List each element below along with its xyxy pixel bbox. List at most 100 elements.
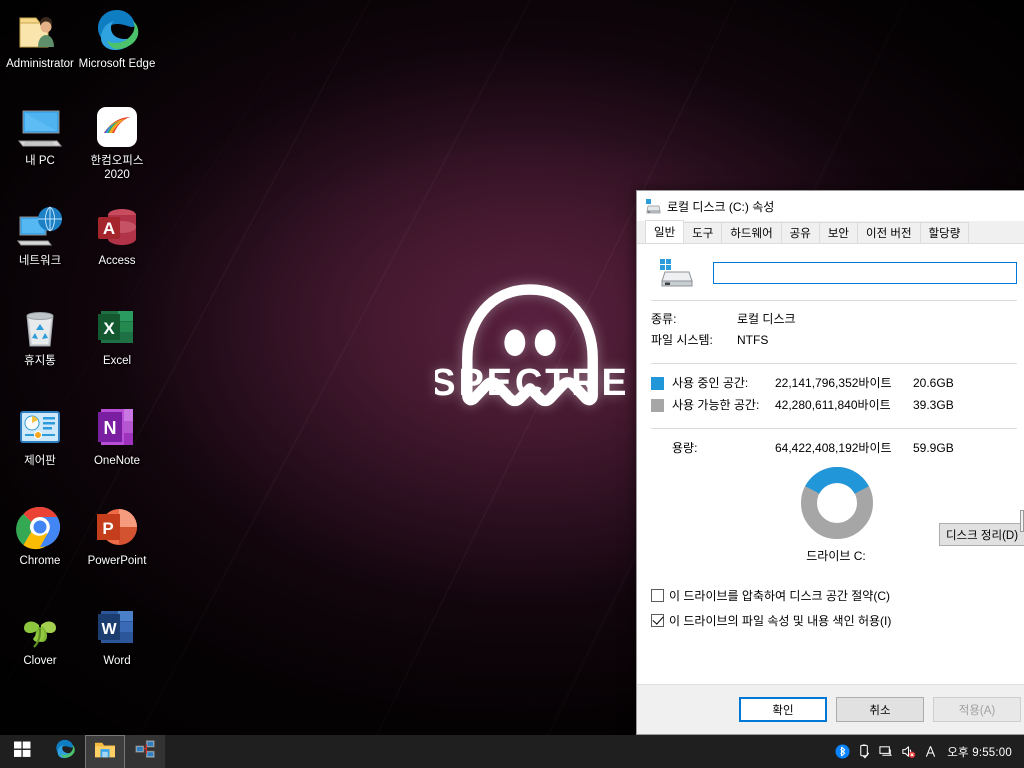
desktop-icon-my-pc[interactable]: 내 PC bbox=[1, 103, 79, 169]
bluetooth-icon[interactable] bbox=[831, 735, 853, 768]
space-key: 사용 가능한 공간: bbox=[672, 398, 760, 412]
tab-hardware[interactable]: 하드웨어 bbox=[721, 222, 782, 243]
desktop-icon-label: Word bbox=[103, 655, 131, 667]
desktop-icon-chrome[interactable]: Chrome bbox=[1, 503, 79, 569]
edge-icon bbox=[93, 6, 141, 54]
checkbox-row-index[interactable]: 이 드라이브의 파일 속성 및 내용 색인 허용(I) bbox=[651, 613, 1017, 629]
taskbar-clock[interactable]: 오후 9:55:00 bbox=[941, 744, 1020, 760]
desktop-icon-microsoft-edge[interactable]: Microsoft Edge bbox=[78, 6, 156, 72]
disk-usage-donut-chart bbox=[801, 466, 873, 539]
checkbox-row-compress[interactable]: 이 드라이브를 압축하여 디스크 공간 절약(C) bbox=[651, 588, 1017, 604]
info-key: 종류: bbox=[651, 312, 677, 326]
volume-label-input[interactable] bbox=[713, 262, 1017, 284]
svg-text:P: P bbox=[102, 519, 113, 538]
desktop-icon-label: Excel bbox=[102, 355, 132, 367]
desktop-icon-clover[interactable]: Clover bbox=[1, 603, 79, 669]
taskbar-button-file-explorer[interactable] bbox=[85, 735, 125, 768]
hard-drive-icon bbox=[645, 198, 661, 214]
desktop-icon-network[interactable]: 네트워크 bbox=[1, 203, 79, 269]
divider bbox=[651, 428, 1017, 429]
svg-text:A: A bbox=[103, 219, 115, 238]
desktop-icon-label: Access bbox=[98, 255, 136, 267]
spectre-logo: SPECTRE bbox=[430, 283, 627, 448]
disk-properties-dialog: 로컬 디스크 (C:) 속성 일반 도구 하드웨어 공유 보안 이전 버전 할당… bbox=[636, 190, 1024, 735]
excel-icon: X bbox=[93, 303, 141, 351]
volume-label-row bbox=[651, 244, 1017, 288]
word-icon: W bbox=[93, 603, 141, 651]
chrome-icon bbox=[16, 503, 64, 551]
tab-previous-versions[interactable]: 이전 버전 bbox=[857, 222, 921, 243]
taskbar-button-edge[interactable] bbox=[45, 735, 85, 768]
dialog-tab-strip: 일반 도구 하드웨어 공유 보안 이전 버전 할당량 bbox=[637, 220, 1024, 244]
desktop-icon-label: 휴지통 bbox=[24, 355, 56, 367]
space-key: 사용 중인 공간: bbox=[672, 376, 749, 390]
system-tray: 오후 9:55:00 bbox=[831, 735, 1024, 768]
dialog-title: 로컬 디스크 (C:) 속성 bbox=[667, 199, 775, 214]
dialog-button-bar: 확인 취소 적용(A) bbox=[637, 684, 1024, 734]
edge-icon bbox=[54, 738, 76, 765]
usb-eject-icon[interactable] bbox=[853, 735, 875, 768]
desktop-icon-recycle-bin[interactable]: 휴지통 bbox=[1, 303, 79, 369]
svg-text:X: X bbox=[103, 319, 115, 338]
window-edge-artifact bbox=[1020, 510, 1024, 532]
tab-quota[interactable]: 할당량 bbox=[919, 222, 970, 243]
ok-button[interactable]: 확인 bbox=[739, 697, 827, 722]
space-gb: 20.6GB bbox=[913, 376, 954, 390]
tab-tools[interactable]: 도구 bbox=[683, 222, 723, 243]
desktop-icon-word[interactable]: W Word bbox=[78, 603, 156, 669]
allow-indexing-checkbox[interactable] bbox=[651, 614, 664, 627]
desktop-icon-label: 네트워크 bbox=[18, 255, 62, 267]
divider bbox=[651, 363, 1017, 364]
tab-security[interactable]: 보안 bbox=[818, 222, 859, 243]
onenote-icon: N bbox=[93, 403, 141, 451]
desktop-icon-powerpoint[interactable]: P PowerPoint bbox=[78, 503, 156, 569]
taskbar: 오후 9:55:00 bbox=[0, 735, 1024, 768]
desktop-icon-label: Chrome bbox=[19, 555, 61, 567]
capacity-row: 용량: 64,422,408,192바이트 59.9GB bbox=[651, 437, 1017, 459]
ime-a-icon[interactable] bbox=[919, 735, 941, 768]
desktop-icon-administrator[interactable]: Administrator bbox=[1, 6, 79, 72]
computer-icon bbox=[16, 103, 64, 151]
tab-sharing[interactable]: 공유 bbox=[780, 222, 820, 243]
desktop-icon-label: PowerPoint bbox=[87, 555, 147, 567]
checkbox-label: 이 드라이브를 압축하여 디스크 공간 절약(C) bbox=[669, 589, 891, 603]
user-folder-icon bbox=[16, 6, 64, 54]
svg-text:W: W bbox=[101, 621, 117, 638]
tab-general[interactable]: 일반 bbox=[645, 220, 685, 243]
info-row-type: 종류: 로컬 디스크 bbox=[651, 309, 1017, 330]
space-gb: 39.3GB bbox=[913, 398, 954, 412]
desktop-icon-control-panel[interactable]: 제어판 bbox=[1, 403, 79, 469]
start-button[interactable] bbox=[0, 735, 45, 768]
network-icon bbox=[16, 203, 64, 251]
recycle-bin-icon bbox=[16, 303, 64, 351]
free-space-swatch bbox=[651, 398, 664, 412]
drive-name-label: 드라이브 C: bbox=[806, 549, 866, 563]
hancom-icon bbox=[93, 103, 141, 151]
cancel-button[interactable]: 취소 bbox=[836, 697, 924, 722]
access-icon: A bbox=[93, 203, 141, 251]
desktop-icon-hancom-office-2020[interactable]: 한컴오피스 2020 bbox=[78, 103, 156, 182]
capacity-gb: 59.9GB bbox=[913, 441, 954, 455]
desktop-icon-label: OneNote bbox=[93, 455, 141, 467]
desktop-icon-access[interactable]: A Access bbox=[78, 203, 156, 269]
space-row-used: 사용 중인 공간: 22,141,796,352바이트 20.6GB bbox=[651, 372, 1017, 394]
checkbox-label: 이 드라이브의 파일 속성 및 내용 색인 허용(I) bbox=[669, 614, 892, 628]
capacity-bytes: 64,422,408,192바이트 bbox=[775, 441, 892, 455]
desktop-icon-excel[interactable]: X Excel bbox=[78, 303, 156, 369]
dialog-titlebar: 로컬 디스크 (C:) 속성 bbox=[637, 191, 1024, 221]
space-row-free: 사용 가능한 공간: 42,280,611,840바이트 39.3GB bbox=[651, 394, 1017, 416]
compress-drive-checkbox[interactable] bbox=[651, 589, 664, 602]
general-tab-panel: 종류: 로컬 디스크 파일 시스템: NTFS 사용 중인 공간: 22,141… bbox=[637, 244, 1024, 734]
network-monitors-icon bbox=[134, 739, 156, 765]
space-bytes: 42,280,611,840바이트 bbox=[775, 398, 891, 412]
desktop-icon-label: Clover bbox=[23, 655, 57, 667]
disk-usage-chart-area: 드라이브 C: 디스크 정리(D) bbox=[651, 465, 1024, 580]
desktop-icon-onenote[interactable]: N OneNote bbox=[78, 403, 156, 469]
windows-drive-icon bbox=[659, 258, 693, 288]
taskbar-button-network-connections[interactable] bbox=[125, 735, 165, 768]
speaker-muted-icon[interactable] bbox=[897, 735, 919, 768]
desktop-icon-label: 제어판 bbox=[24, 455, 56, 467]
info-row-filesystem: 파일 시스템: NTFS bbox=[651, 330, 1017, 351]
disk-cleanup-button[interactable]: 디스크 정리(D) bbox=[939, 523, 1024, 546]
network-icon[interactable] bbox=[875, 735, 897, 768]
